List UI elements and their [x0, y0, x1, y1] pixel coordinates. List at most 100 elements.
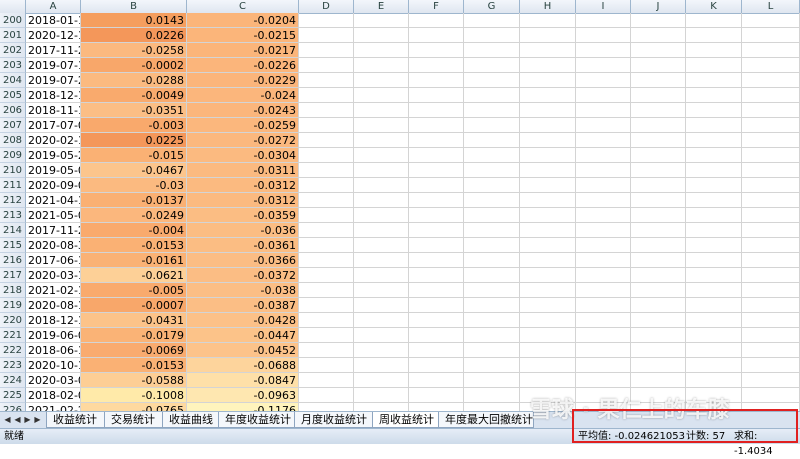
empty-cell[interactable]	[686, 88, 742, 103]
column-header-a[interactable]: A	[26, 0, 81, 13]
empty-cell[interactable]	[299, 163, 354, 178]
empty-cell[interactable]	[742, 208, 800, 223]
row-header[interactable]: 224	[0, 373, 26, 388]
empty-cell[interactable]	[464, 13, 520, 28]
empty-cell[interactable]	[742, 403, 800, 411]
empty-cell[interactable]	[742, 328, 800, 343]
empty-cell[interactable]	[464, 268, 520, 283]
empty-cell[interactable]	[631, 253, 686, 268]
cell-a[interactable]: 2019-06-0	[26, 328, 81, 343]
select-all-corner[interactable]	[0, 0, 26, 13]
cell-b[interactable]: -0.0765	[81, 403, 187, 411]
empty-cell[interactable]	[354, 253, 409, 268]
empty-cell[interactable]	[354, 13, 409, 28]
empty-cell[interactable]	[464, 193, 520, 208]
empty-cell[interactable]	[631, 358, 686, 373]
empty-cell[interactable]	[686, 148, 742, 163]
empty-cell[interactable]	[409, 103, 464, 118]
empty-cell[interactable]	[576, 268, 631, 283]
cell-b[interactable]: -0.0621	[81, 268, 187, 283]
cell-a[interactable]: 2019-05-2	[26, 148, 81, 163]
cell-b[interactable]: -0.0161	[81, 253, 187, 268]
empty-cell[interactable]	[686, 118, 742, 133]
empty-cell[interactable]	[299, 73, 354, 88]
cell-b[interactable]: -0.1008	[81, 388, 187, 403]
empty-cell[interactable]	[354, 58, 409, 73]
cell-c[interactable]: -0.0226	[187, 58, 299, 73]
empty-cell[interactable]	[464, 223, 520, 238]
row-header[interactable]: 219	[0, 298, 26, 313]
column-header-c[interactable]: C	[187, 0, 299, 13]
empty-cell[interactable]	[409, 298, 464, 313]
empty-cell[interactable]	[631, 118, 686, 133]
empty-cell[interactable]	[354, 178, 409, 193]
cell-b[interactable]: -0.0431	[81, 313, 187, 328]
empty-cell[interactable]	[742, 88, 800, 103]
empty-cell[interactable]	[576, 28, 631, 43]
empty-cell[interactable]	[409, 13, 464, 28]
empty-cell[interactable]	[299, 208, 354, 223]
empty-cell[interactable]	[631, 103, 686, 118]
sheet-tab[interactable]: 月度收益统计	[294, 412, 374, 428]
empty-cell[interactable]	[299, 388, 354, 403]
empty-cell[interactable]	[409, 388, 464, 403]
empty-cell[interactable]	[686, 178, 742, 193]
empty-cell[interactable]	[409, 208, 464, 223]
empty-cell[interactable]	[742, 298, 800, 313]
cell-c[interactable]: -0.0215	[187, 28, 299, 43]
empty-cell[interactable]	[631, 283, 686, 298]
row-header[interactable]: 203	[0, 58, 26, 73]
empty-cell[interactable]	[464, 373, 520, 388]
cell-b[interactable]: -0.0258	[81, 43, 187, 58]
empty-cell[interactable]	[409, 253, 464, 268]
empty-cell[interactable]	[354, 103, 409, 118]
empty-cell[interactable]	[520, 313, 576, 328]
empty-cell[interactable]	[299, 343, 354, 358]
empty-cell[interactable]	[299, 118, 354, 133]
empty-cell[interactable]	[409, 223, 464, 238]
row-header[interactable]: 222	[0, 343, 26, 358]
empty-cell[interactable]	[299, 103, 354, 118]
empty-cell[interactable]	[520, 283, 576, 298]
empty-cell[interactable]	[576, 298, 631, 313]
empty-cell[interactable]	[742, 148, 800, 163]
row-header[interactable]: 205	[0, 88, 26, 103]
empty-cell[interactable]	[520, 373, 576, 388]
cell-b[interactable]: -0.0351	[81, 103, 187, 118]
empty-cell[interactable]	[354, 163, 409, 178]
empty-cell[interactable]	[464, 88, 520, 103]
cell-a[interactable]: 2020-08-3	[26, 238, 81, 253]
empty-cell[interactable]	[576, 43, 631, 58]
sheet-tab[interactable]: 交易统计	[104, 412, 164, 428]
cell-b[interactable]: -0.03	[81, 178, 187, 193]
column-header-i[interactable]: I	[576, 0, 631, 13]
empty-cell[interactable]	[686, 253, 742, 268]
empty-cell[interactable]	[520, 13, 576, 28]
empty-cell[interactable]	[686, 298, 742, 313]
row-header[interactable]: 209	[0, 148, 26, 163]
cell-c[interactable]: -0.0304	[187, 148, 299, 163]
empty-cell[interactable]	[742, 268, 800, 283]
empty-cell[interactable]	[631, 163, 686, 178]
empty-cell[interactable]	[520, 223, 576, 238]
empty-cell[interactable]	[299, 373, 354, 388]
empty-cell[interactable]	[520, 133, 576, 148]
cell-a[interactable]: 2018-12-1	[26, 313, 81, 328]
empty-cell[interactable]	[686, 268, 742, 283]
empty-cell[interactable]	[354, 283, 409, 298]
cell-c[interactable]: -0.0366	[187, 253, 299, 268]
empty-cell[interactable]	[520, 88, 576, 103]
empty-cell[interactable]	[742, 58, 800, 73]
empty-cell[interactable]	[631, 373, 686, 388]
cell-c[interactable]: -0.0447	[187, 328, 299, 343]
empty-cell[interactable]	[464, 163, 520, 178]
empty-cell[interactable]	[464, 28, 520, 43]
sheet-tab[interactable]: 收益统计	[46, 412, 106, 428]
row-header[interactable]: 207	[0, 118, 26, 133]
empty-cell[interactable]	[686, 328, 742, 343]
empty-cell[interactable]	[520, 208, 576, 223]
cell-a[interactable]: 2017-11-2	[26, 223, 81, 238]
empty-cell[interactable]	[576, 148, 631, 163]
empty-cell[interactable]	[742, 358, 800, 373]
empty-cell[interactable]	[742, 118, 800, 133]
